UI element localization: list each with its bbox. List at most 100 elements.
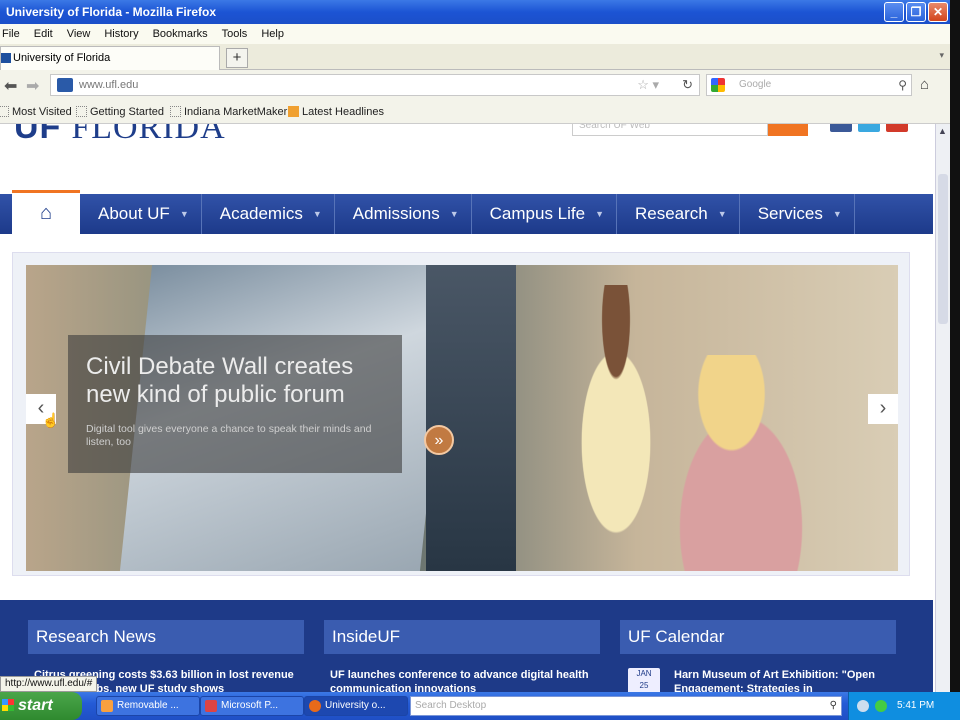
windows-flag-icon	[2, 699, 14, 711]
home-nav-icon[interactable]: ⌂	[12, 190, 80, 234]
minimize-button[interactable]: _	[884, 2, 904, 22]
bookmark-star-icon[interactable]: ☆ ▾	[637, 75, 659, 95]
menu-file[interactable]: File	[2, 24, 20, 44]
tray-app-icon[interactable]	[875, 700, 887, 712]
hero-slideshow[interactable]: Civil Debate Wall creates new kind of pu…	[26, 265, 898, 571]
column-heading[interactable]: UF Calendar	[620, 620, 896, 654]
caret-down-icon: ▼	[832, 209, 842, 219]
bookmark-folder-icon	[0, 106, 9, 117]
google-engine-icon[interactable]	[711, 78, 725, 92]
site-search-button[interactable]	[768, 124, 808, 136]
uf-favicon-icon	[1, 53, 11, 63]
bookmark-page-icon	[170, 106, 181, 117]
menu-edit[interactable]: Edit	[34, 24, 53, 44]
start-button[interactable]: start	[0, 692, 82, 720]
caret-down-icon: ▼	[179, 209, 189, 219]
insideuf-column: InsideUF UF launches conference to advan…	[324, 620, 600, 692]
menu-view[interactable]: View	[67, 24, 91, 44]
bookmarks-toolbar: Most Visited Getting Started Indiana Mar…	[0, 100, 950, 124]
nav-research[interactable]: Research ▼	[617, 194, 740, 234]
screen-edge	[950, 0, 960, 720]
window-title-bar: University of Florida - Mozilla Firefox …	[0, 0, 950, 24]
menu-history[interactable]: History	[104, 24, 138, 44]
menu-tools[interactable]: Tools	[222, 24, 248, 44]
hero-photo-person	[646, 355, 836, 571]
hero-headline[interactable]: Civil Debate Wall creates new kind of pu…	[86, 353, 384, 409]
nav-campus-life[interactable]: Campus Life ▼	[472, 194, 617, 234]
taskbar-item-removable[interactable]: Removable ...	[96, 696, 200, 716]
caret-down-icon: ▼	[717, 209, 727, 219]
new-tab-button[interactable]: +	[226, 48, 248, 68]
search-magnifier-icon[interactable]: ⚲	[898, 75, 907, 95]
rss-feed-icon	[288, 106, 299, 117]
nav-admissions[interactable]: Admissions ▼	[335, 194, 472, 234]
slide-next-icon[interactable]: ›	[868, 394, 898, 424]
reload-icon[interactable]: ↻	[682, 75, 693, 95]
status-url: http://www.ufl.edu/#	[0, 676, 98, 692]
nav-academics[interactable]: Academics ▼	[202, 194, 335, 234]
column-heading[interactable]: InsideUF	[324, 620, 600, 654]
tab-university-of-florida[interactable]: University of Florida	[0, 46, 220, 70]
facebook-icon[interactable]	[830, 124, 852, 132]
uf-calendar-column: UF Calendar JAN 25 Harn Museum of Art Exh…	[620, 620, 896, 692]
youtube-icon[interactable]	[886, 124, 908, 132]
column-heading[interactable]: Research News	[28, 620, 304, 654]
menu-bookmarks[interactable]: Bookmarks	[153, 24, 208, 44]
page-scrollbar[interactable]: ▲	[935, 124, 950, 692]
search-bar[interactable]: Google ⚲	[706, 74, 912, 96]
home-icon[interactable]: ⌂	[920, 76, 929, 93]
forward-arrow-icon[interactable]: ➡	[26, 76, 39, 96]
page-viewport: UF FLORIDA Search UF Web ⌂ About UF ▼ Acad…	[0, 124, 935, 692]
caret-down-icon: ▼	[312, 209, 322, 219]
news-band: Research News Citrus greening costs $3.6…	[0, 600, 933, 692]
taskbar-item-powerpoint[interactable]: Microsoft P...	[200, 696, 304, 716]
clock[interactable]: 5:41 PM	[897, 700, 934, 711]
windows-taskbar: start Removable ... Microsoft P... Unive…	[0, 692, 960, 720]
tab-strip: University of Florida + ▾	[0, 44, 950, 70]
calendar-event[interactable]: Harn Museum of Art Exhibition: "Open Eng…	[620, 668, 896, 692]
window-title: University of Florida - Mozilla Firefox	[6, 5, 217, 19]
url-bar[interactable]: www.ufl.edu ☆ ▾ ↻	[50, 74, 700, 96]
close-button[interactable]: ✕	[928, 2, 948, 22]
url-text: www.ufl.edu	[79, 79, 139, 91]
taskbar-item-firefox[interactable]: University o...	[304, 696, 408, 716]
powerpoint-icon	[205, 700, 217, 712]
bookmark-page-icon	[76, 106, 87, 117]
mouse-cursor-icon: ☝	[42, 412, 60, 428]
desktop-search-input[interactable]: Search Desktop ⚲	[410, 696, 842, 716]
column-story[interactable]: UF launches conference to advance digita…	[324, 668, 600, 692]
uf-logo[interactable]: UF FLORIDA	[14, 124, 226, 147]
back-arrow-icon[interactable]: ⬅	[4, 76, 17, 96]
menu-help[interactable]: Help	[261, 24, 284, 44]
search-magnifier-icon[interactable]: ⚲	[830, 697, 837, 715]
caret-down-icon: ▼	[449, 209, 459, 219]
bookmark-indiana-marketmaker[interactable]: Indiana MarketMaker	[170, 100, 287, 124]
tray-arrow-icon[interactable]	[857, 700, 869, 712]
scroll-up-icon[interactable]: ▲	[938, 126, 947, 136]
firefox-icon	[309, 700, 321, 712]
system-tray: 5:41 PM	[848, 692, 960, 720]
nav-services[interactable]: Services ▼	[740, 194, 855, 234]
hero-caption[interactable]: Civil Debate Wall creates new kind of pu…	[68, 335, 454, 473]
caret-down-icon: ▼	[595, 209, 604, 219]
restore-button[interactable]: ❐	[906, 2, 926, 22]
read-more-icon[interactable]: »	[424, 425, 454, 455]
site-identity-icon[interactable]	[57, 78, 73, 92]
calendar-date-badge: JAN 25	[628, 668, 660, 692]
tab-list-arrow-icon[interactable]: ▾	[939, 50, 944, 61]
tab-title: University of Florida	[13, 52, 111, 64]
nav-about-uf[interactable]: About UF ▼	[80, 194, 202, 234]
hero-summary: Digital tool gives everyone a chance to …	[86, 423, 372, 448]
bookmark-latest-headlines[interactable]: Latest Headlines	[288, 100, 384, 124]
twitter-icon[interactable]	[858, 124, 880, 132]
folder-icon	[101, 700, 113, 712]
bookmark-most-visited[interactable]: Most Visited	[0, 100, 72, 124]
main-navigation: ⌂ About UF ▼ Academics ▼ Admissions ▼ Campu…	[0, 190, 933, 234]
navigation-toolbar: ⬅ ➡ www.ufl.edu ☆ ▾ ↻ Google ⚲ ⌂	[0, 70, 950, 100]
hero-photo-wall	[426, 265, 516, 571]
bookmark-getting-started[interactable]: Getting Started	[76, 100, 164, 124]
menu-bar: File Edit View History Bookmarks Tools H…	[0, 24, 950, 44]
site-search-input[interactable]: Search UF Web	[572, 124, 768, 136]
scrollbar-thumb[interactable]	[938, 174, 948, 324]
search-placeholder: Google	[739, 79, 772, 90]
